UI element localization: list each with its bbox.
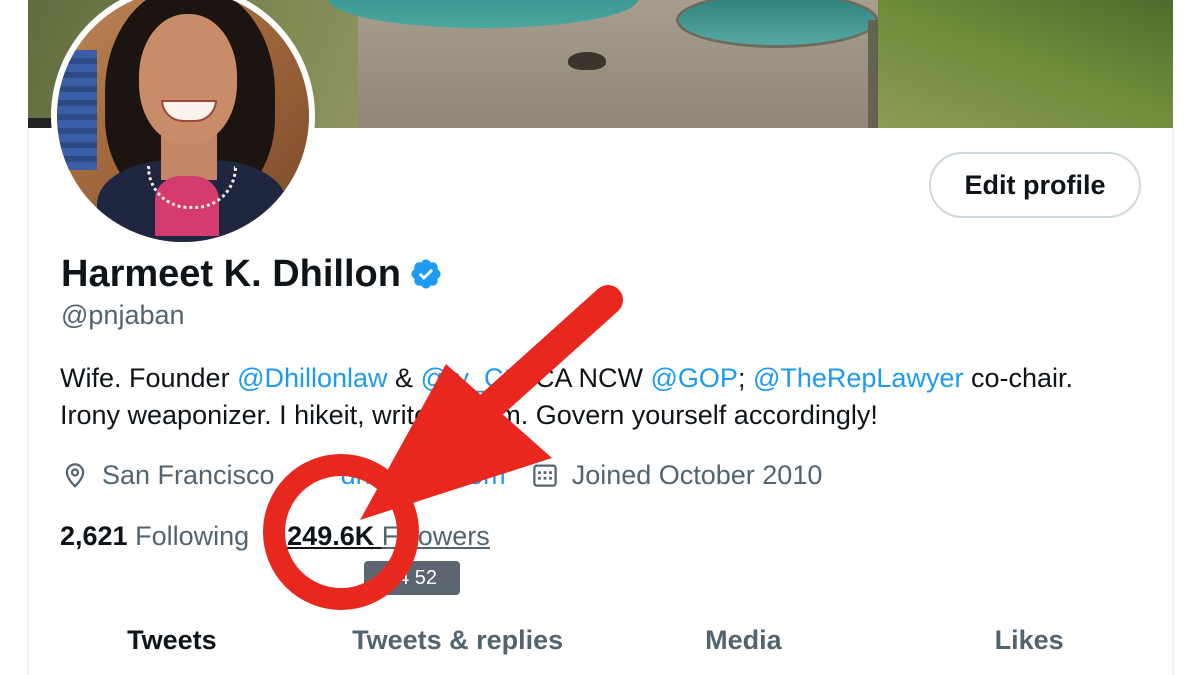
joined-item: Joined October 2010 (530, 459, 823, 491)
profile-tabs: Tweets Tweets & replies Media Likes (29, 605, 1172, 675)
bio-mention-link[interactable]: @GOP (651, 363, 738, 393)
column-border-left (27, 128, 29, 675)
tab-media[interactable]: Media (601, 605, 887, 675)
display-name: Harmeet K. Dhillon (61, 252, 401, 295)
bio-mention-link[interactable]: @ (421, 363, 448, 393)
location-text: San Francisco (102, 459, 275, 490)
bio-mention-link[interactable]: @Dhillonlaw (237, 363, 387, 393)
bio-text: ; CA NCW (520, 363, 651, 393)
bio-mention-link[interactable]: @TheRepLawyer (753, 363, 964, 393)
profile-page: Edit profile Harmeet K. Dhillon @pnjaban… (0, 0, 1200, 675)
followers-count: 249.6K (287, 520, 375, 551)
profile-stats-row: 2,621 Following 249.6K F llowers (60, 516, 490, 556)
location-pin-icon (65, 463, 85, 488)
following-label: Following (135, 520, 250, 551)
joined-date: Joined October 2010 (571, 459, 823, 490)
tab-likes[interactable]: Likes (886, 605, 1172, 675)
tab-tweets-and-replies[interactable]: Tweets & replies (315, 605, 601, 675)
followers-stat[interactable]: 249.6K F llowers (287, 521, 490, 552)
banner-rock (568, 52, 606, 70)
location-item: San Francisco (60, 460, 275, 491)
bio-text: it, write, dream. Govern yourself accord… (343, 400, 878, 430)
website-item[interactable]: dh onlaw.com (299, 460, 506, 491)
profile-bio: Wife. Founder @Dhillonlaw & @ty_Ctr; CA … (60, 360, 1140, 434)
profile-name-row: Harmeet K. Dhillon (61, 252, 443, 296)
following-stat[interactable]: 2,621 Following (60, 521, 249, 552)
profile-meta-row: San Francisco dh onlaw.com Joined Octobe… (60, 455, 822, 495)
avatar-face (139, 14, 237, 144)
avatar-photo (57, 0, 309, 242)
tab-tweets[interactable]: Tweets (29, 605, 315, 675)
verified-badge-icon[interactable] (409, 257, 443, 291)
bio-mention-link[interactable]: ty_Ctr (448, 363, 520, 393)
followers-label: F llowers (381, 520, 490, 551)
profile-handle: @pnjaban (61, 300, 185, 330)
edit-profile-button[interactable]: Edit profile (929, 152, 1141, 218)
bio-text: & (387, 363, 421, 393)
link-icon (304, 466, 323, 484)
following-count: 2,621 (60, 520, 128, 551)
bio-text: ; (737, 363, 753, 393)
bio-text: Wife. Founder (60, 363, 238, 393)
avatar-background-shelf (57, 50, 97, 170)
avatar[interactable] (51, 0, 315, 248)
banner-right-hill (878, 0, 1173, 128)
followers-exact-tooltip: 24 52 (364, 561, 460, 595)
calendar-icon (532, 464, 557, 487)
website-link[interactable]: dh onlaw.com (341, 460, 506, 491)
column-border-right (1172, 128, 1174, 675)
